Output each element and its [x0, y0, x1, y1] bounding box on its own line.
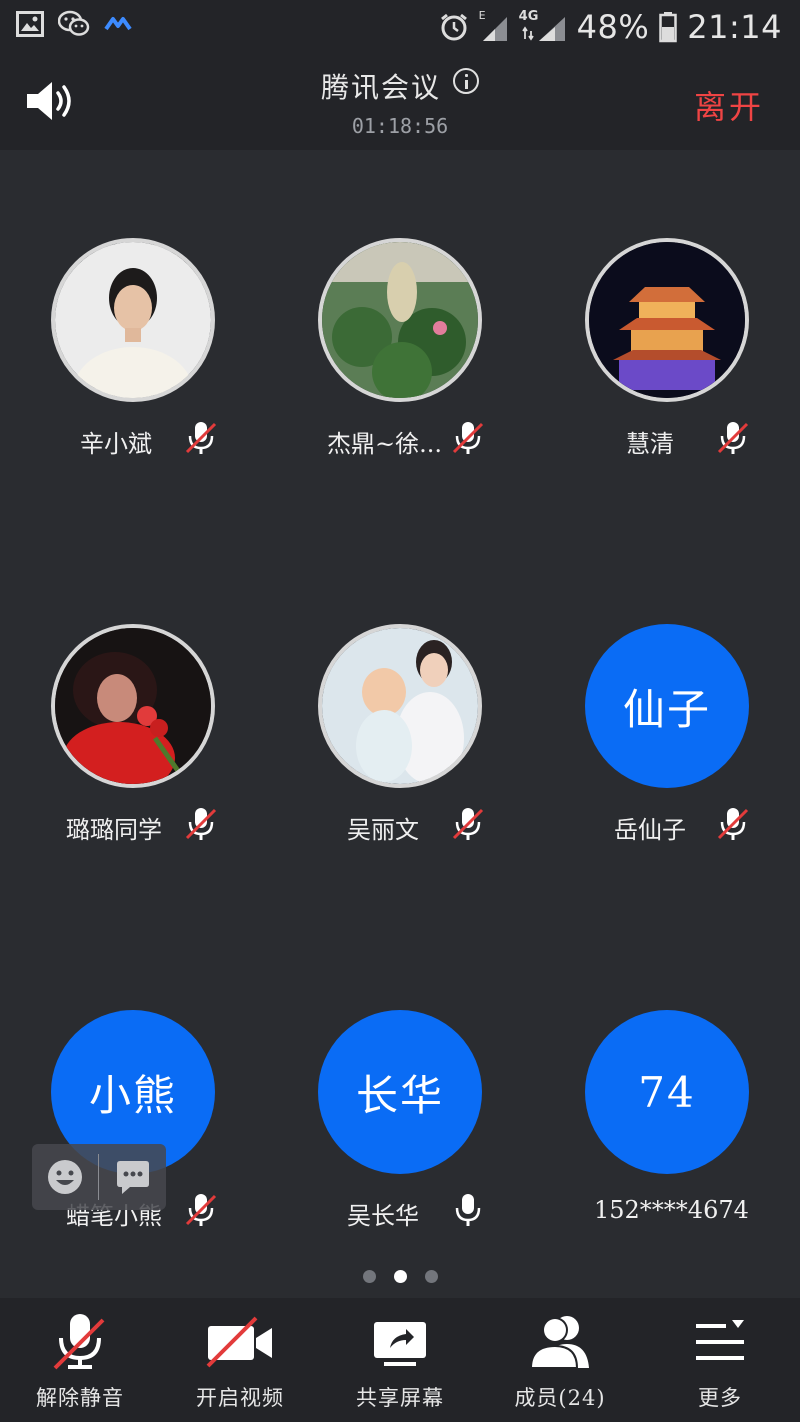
- unmute-button[interactable]: 解除静音: [0, 1298, 160, 1422]
- bottom-toolbar: 解除静音 开启视频 共享屏幕 成员(24) 更多: [0, 1298, 800, 1422]
- avatar: [51, 624, 215, 788]
- mic-muted-icon: [53, 1314, 105, 1370]
- share-screen-label: 共享屏幕: [356, 1386, 444, 1410]
- more-button[interactable]: 更多: [640, 1298, 800, 1422]
- more-label: 更多: [698, 1386, 742, 1410]
- leave-button[interactable]: 离开: [694, 82, 764, 128]
- mic-icon: [455, 1194, 481, 1226]
- clock: 21:14: [687, 8, 782, 46]
- emoji-icon[interactable]: [46, 1158, 84, 1196]
- start-video-label: 开启视频: [196, 1386, 284, 1410]
- members-label: 成员(24): [514, 1386, 606, 1410]
- unmute-label: 解除静音: [36, 1386, 124, 1410]
- participant-name: 璐璐同学: [66, 816, 162, 844]
- camera-off-icon: [206, 1316, 272, 1368]
- chat-icon[interactable]: [114, 1158, 152, 1196]
- participant-name: 吴丽文: [347, 816, 419, 844]
- page-dot-active[interactable]: [393, 1270, 407, 1283]
- meeting-timer: 01:18:56: [351, 114, 449, 138]
- avatar: 仙子: [585, 624, 749, 788]
- alarm-icon: [440, 13, 467, 41]
- participant-tile[interactable]: 长华 吴长华: [267, 1010, 533, 1270]
- participant-name: 杰鼎~徐...: [327, 430, 442, 458]
- divider: [98, 1154, 99, 1200]
- signal-e-icon: E: [479, 9, 509, 43]
- mic-muted-icon: [452, 808, 484, 840]
- avatar: [318, 238, 482, 402]
- more-menu-icon: [696, 1320, 744, 1360]
- participant-name: 岳仙子: [614, 816, 686, 844]
- tencent-meeting-icon: [104, 17, 132, 31]
- share-screen-icon: [374, 1322, 426, 1366]
- avatar: [318, 624, 482, 788]
- page-dot[interactable]: [424, 1270, 438, 1283]
- participant-tile[interactable]: 璐璐同学: [0, 624, 266, 884]
- participant-tile[interactable]: 小熊 蜡笔小熊: [0, 1010, 266, 1270]
- avatar: 长华: [318, 1010, 482, 1174]
- mic-muted-icon: [185, 1194, 217, 1226]
- mic-muted-icon: [717, 422, 749, 454]
- page-dot[interactable]: [362, 1270, 376, 1283]
- avatar: [51, 238, 215, 402]
- share-screen-button[interactable]: 共享屏幕: [320, 1298, 480, 1422]
- avatar: 74: [585, 1010, 749, 1174]
- battery-icon: [659, 12, 678, 43]
- participant-name: 吴长华: [347, 1202, 419, 1230]
- status-bar: E 4G 48% 21:14: [0, 0, 800, 56]
- mic-muted-icon: [452, 422, 484, 454]
- battery-percent: 48%: [576, 8, 650, 46]
- members-icon: [529, 1316, 589, 1369]
- signal-4g-icon: 4G: [519, 9, 567, 43]
- wechat-icon: [58, 10, 90, 36]
- participant-grid: 辛小斌 杰鼎~徐... 慧清 璐璐同学 吴丽文 仙子 岳仙子 小熊 蜡笔小熊 长…: [0, 150, 800, 1298]
- mic-muted-icon: [717, 808, 749, 840]
- gallery-icon: [16, 11, 44, 37]
- members-button[interactable]: 成员(24): [480, 1298, 640, 1422]
- participant-name: 152****4674: [594, 1196, 749, 1224]
- info-icon[interactable]: [453, 68, 479, 94]
- participant-name: 辛小斌: [80, 430, 152, 458]
- participant-tile[interactable]: 慧清: [534, 238, 800, 498]
- meeting-header: 腾讯会议 01:18:56 离开: [0, 56, 800, 150]
- start-video-button[interactable]: 开启视频: [160, 1298, 320, 1422]
- mic-muted-icon: [185, 422, 217, 454]
- page-indicator: [0, 1270, 800, 1283]
- reaction-chat-bar: [32, 1144, 166, 1210]
- participant-tile[interactable]: 74 152****4674: [534, 1010, 800, 1270]
- participant-name: 慧清: [626, 430, 674, 458]
- participant-tile[interactable]: 杰鼎~徐...: [267, 238, 533, 498]
- mic-muted-icon: [185, 808, 217, 840]
- participant-tile[interactable]: 吴丽文: [267, 624, 533, 884]
- avatar: [585, 238, 749, 402]
- meeting-title: 腾讯会议: [320, 71, 441, 104]
- participant-tile[interactable]: 辛小斌: [0, 238, 266, 498]
- participant-tile[interactable]: 仙子 岳仙子: [534, 624, 800, 884]
